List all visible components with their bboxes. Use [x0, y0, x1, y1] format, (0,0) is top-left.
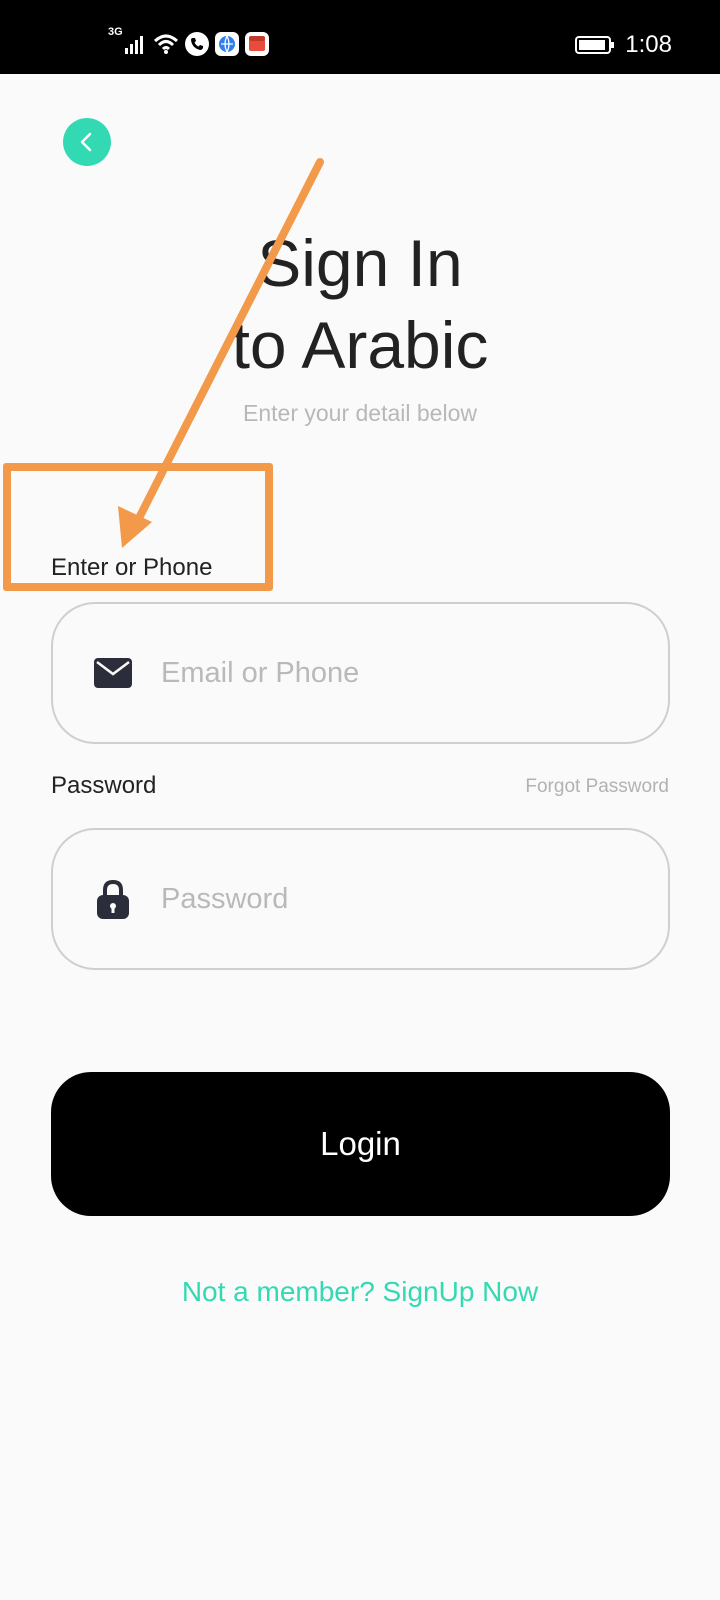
status-icons-left: 3G	[108, 26, 269, 58]
title-line-2: to Arabic	[231, 308, 489, 382]
password-label: Password	[51, 772, 157, 799]
network-type: 3G	[108, 26, 123, 38]
phone-call-icon	[184, 32, 209, 56]
battery-icon	[575, 35, 615, 55]
page-title: Sign In to Arabic	[0, 222, 720, 386]
signal-icon	[124, 34, 147, 54]
password-input[interactable]	[161, 830, 641, 968]
back-button[interactable]	[63, 118, 111, 166]
clock-time: 1:08	[625, 31, 672, 58]
envelope-icon	[93, 653, 133, 693]
page-subtitle: Enter your detail below	[243, 400, 477, 426]
status-icons-right: 1:08	[575, 30, 672, 60]
app-red-icon	[244, 32, 269, 56]
login-button[interactable]: Login	[51, 1072, 670, 1216]
email-field[interactable]	[51, 602, 670, 744]
chevron-left-icon	[80, 132, 92, 152]
app-globe-icon	[214, 32, 239, 56]
email-input[interactable]	[161, 604, 641, 742]
title-line-1: Sign In	[257, 226, 463, 300]
forgot-password-link[interactable]: Forgot Password	[525, 776, 669, 798]
password-field[interactable]	[51, 828, 670, 970]
annotation-highlight-box	[3, 463, 273, 591]
lock-icon	[93, 879, 133, 919]
signup-link[interactable]: Not a member? SignUp Now	[0, 1276, 720, 1308]
wifi-icon	[153, 33, 179, 55]
status-bar: 3G 1:08	[0, 0, 720, 74]
